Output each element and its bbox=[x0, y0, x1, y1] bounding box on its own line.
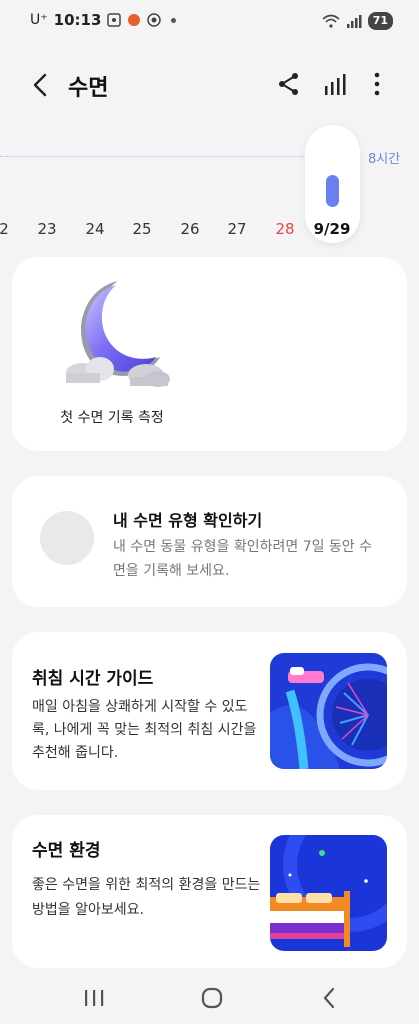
app-header: 수면 bbox=[0, 60, 419, 108]
first-record-label: 첫 수면 기록 측정 bbox=[60, 410, 164, 426]
target-hours-line bbox=[0, 156, 320, 157]
statistics-icon[interactable] bbox=[322, 72, 348, 98]
bedtime-guide-title: 취침 시간 가이드 bbox=[32, 669, 154, 689]
status-bar: U⁺ 10:13 71 bbox=[0, 0, 419, 44]
system-navigation-bar bbox=[0, 972, 419, 1024]
target-hours-label: 8시간 bbox=[368, 152, 401, 167]
sleep-timeline[interactable]: 8시간 2 23 24 25 26 27 28 9/29 bbox=[0, 120, 419, 250]
carrier-label: U⁺ bbox=[30, 12, 48, 28]
timeline-day-selected[interactable]: 9/29 bbox=[312, 220, 352, 238]
first-record-card[interactable]: 첫 수면 기록 측정 bbox=[12, 257, 407, 451]
bedtime-clock-illustration bbox=[270, 653, 387, 769]
crescent-moon-icon bbox=[66, 281, 170, 387]
home-icon[interactable] bbox=[200, 986, 224, 1010]
timeline-day-sunday[interactable]: 28 bbox=[270, 220, 300, 238]
wifi-icon bbox=[322, 14, 340, 28]
recent-apps-icon[interactable] bbox=[82, 986, 106, 1010]
share-icon[interactable] bbox=[276, 71, 302, 97]
bed-illustration bbox=[270, 835, 387, 951]
more-options-icon[interactable] bbox=[365, 70, 389, 98]
clock: 10:13 bbox=[53, 11, 102, 29]
sleep-type-card[interactable]: 내 수면 유형 확인하기 내 수면 동물 유형을 확인하려면 7일 동안 수면을… bbox=[12, 476, 407, 607]
page-title: 수면 bbox=[68, 76, 109, 101]
signal-icon bbox=[346, 15, 362, 28]
sleep-animal-placeholder bbox=[40, 511, 94, 565]
battery-indicator: 71 bbox=[367, 12, 393, 30]
back-icon[interactable] bbox=[318, 986, 342, 1010]
sleep-type-description: 내 수면 동물 유형을 확인하려면 7일 동안 수면을 기록해 보세요. bbox=[113, 539, 373, 579]
sleep-type-title: 내 수면 유형 확인하기 bbox=[113, 511, 263, 530]
timeline-day[interactable]: 26 bbox=[175, 220, 205, 238]
sleep-duration-bar bbox=[326, 175, 339, 207]
chrome-icon bbox=[147, 13, 162, 27]
sleep-environment-card[interactable]: 수면 환경 좋은 수면을 위한 최적의 환경을 만드는 방법을 알아보세요. bbox=[12, 815, 407, 968]
sleep-environment-title: 수면 환경 bbox=[32, 841, 101, 861]
timeline-day[interactable]: 23 bbox=[32, 220, 62, 238]
timeline-day[interactable]: 2 bbox=[0, 220, 19, 238]
bedtime-guide-description: 매일 아침을 상쾌하게 시작할 수 있도록, 나에게 꼭 맞는 최적의 취침 시… bbox=[32, 699, 257, 761]
timeline-day[interactable]: 24 bbox=[80, 220, 110, 238]
app-notification-icon bbox=[128, 14, 141, 26]
timeline-day[interactable]: 25 bbox=[127, 220, 157, 238]
notification-dot-icon bbox=[171, 17, 177, 23]
bedtime-guide-card[interactable]: 취침 시간 가이드 매일 아침을 상쾌하게 시작할 수 있도록, 나에게 꼭 맞… bbox=[12, 632, 407, 790]
back-arrow-icon[interactable] bbox=[26, 70, 56, 100]
timeline-day[interactable]: 27 bbox=[222, 220, 252, 238]
screenshot-icon bbox=[107, 13, 122, 27]
sleep-environment-description: 좋은 수면을 위한 최적의 환경을 만드는 방법을 알아보세요. bbox=[32, 877, 261, 918]
